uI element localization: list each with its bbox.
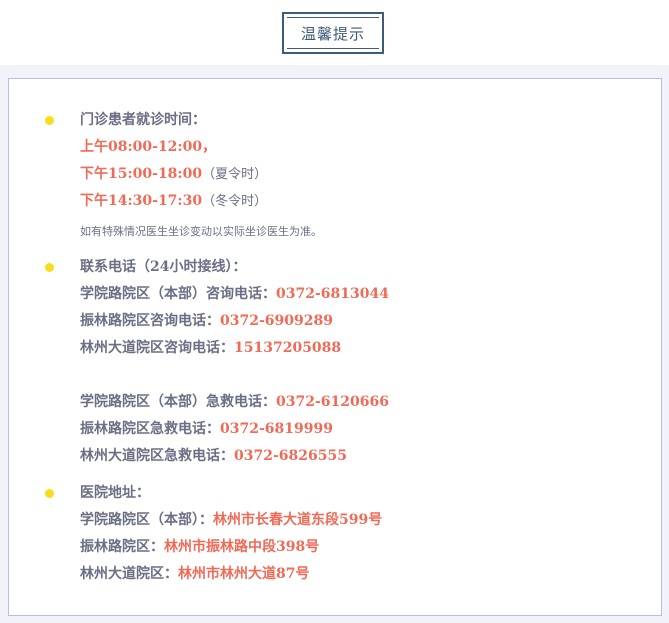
page-title: 温馨提示 bbox=[287, 17, 379, 49]
consult-phone-row: 振林路院区咨询电话：0372-6909289 bbox=[80, 311, 333, 331]
emergency-label: 振林路院区急救电话： bbox=[80, 421, 220, 437]
emergency-phone-link[interactable]: 0372-6819999 bbox=[220, 421, 333, 437]
info-panel: 门诊患者就诊时间： 上午08:00-12:00， 下午15:00-18:00（夏… bbox=[8, 78, 662, 616]
contact-heading: 联系电话（24小时接线）： bbox=[80, 259, 247, 275]
winter-time-value: 下午14:30-17:30 bbox=[80, 193, 203, 209]
hours-heading: 门诊患者就诊时间： bbox=[80, 112, 206, 128]
summer-time-note: （夏令时） bbox=[202, 167, 268, 182]
consult-label: 学院路院区（本部）咨询电话： bbox=[80, 286, 276, 302]
address-heading: 医院地址： bbox=[80, 485, 150, 501]
summer-time-value: 下午15:00-18:00 bbox=[80, 166, 203, 182]
consult-phone-link[interactable]: 15137205088 bbox=[234, 340, 341, 356]
hours-note: 如有特殊情况医生坐诊变动以实际坐诊医生为准。 bbox=[80, 225, 322, 238]
consult-phone-link[interactable]: 0372-6909289 bbox=[220, 313, 333, 329]
address-value: 林州市振林路中段398号 bbox=[164, 539, 320, 555]
address-value: 林州市林州大道87号 bbox=[178, 566, 310, 582]
address-row: 学院路院区（本部）：林州市长春大道东段599号 bbox=[80, 510, 382, 530]
winter-time-note: （冬令时） bbox=[202, 194, 268, 209]
hours-afternoon-winter: 下午14:30-17:30（冬令时） bbox=[80, 191, 267, 211]
title-box: 温馨提示 bbox=[282, 12, 384, 54]
bullet-dot-icon bbox=[45, 263, 54, 272]
address-row: 林州大道院区：林州市林州大道87号 bbox=[80, 564, 309, 584]
consult-phone-link[interactable]: 0372-6813044 bbox=[276, 286, 389, 302]
bullet-dot-icon bbox=[45, 116, 54, 125]
consult-phone-row: 学院路院区（本部）咨询电话：0372-6813044 bbox=[80, 284, 389, 304]
emergency-label: 林州大道院区急救电话： bbox=[80, 448, 234, 464]
emergency-phone-row: 林州大道院区急救电话：0372-6826555 bbox=[80, 446, 347, 466]
emergency-phone-link[interactable]: 0372-6826555 bbox=[234, 448, 347, 464]
emergency-phone-row: 振林路院区急救电话：0372-6819999 bbox=[80, 419, 333, 439]
header: 温馨提示 bbox=[0, 0, 669, 65]
address-label: 振林路院区： bbox=[80, 539, 164, 555]
emergency-label: 学院路院区（本部）急救电话： bbox=[80, 394, 276, 410]
consult-label: 林州大道院区咨询电话： bbox=[80, 340, 234, 356]
hours-afternoon-summer: 下午15:00-18:00（夏令时） bbox=[80, 164, 267, 184]
consult-label: 振林路院区咨询电话： bbox=[80, 313, 220, 329]
address-value: 林州市长春大道东段599号 bbox=[213, 512, 383, 528]
emergency-phone-row: 学院路院区（本部）急救电话：0372-6120666 bbox=[80, 392, 389, 412]
consult-phone-row: 林州大道院区咨询电话：15137205088 bbox=[80, 338, 341, 358]
address-label: 林州大道院区： bbox=[80, 566, 178, 582]
bullet-dot-icon bbox=[45, 489, 54, 498]
emergency-phone-link[interactable]: 0372-6120666 bbox=[276, 394, 389, 410]
hours-morning: 上午08:00-12:00， bbox=[80, 139, 217, 155]
address-label: 学院路院区（本部）： bbox=[80, 512, 213, 528]
address-row: 振林路院区：林州市振林路中段398号 bbox=[80, 537, 319, 557]
